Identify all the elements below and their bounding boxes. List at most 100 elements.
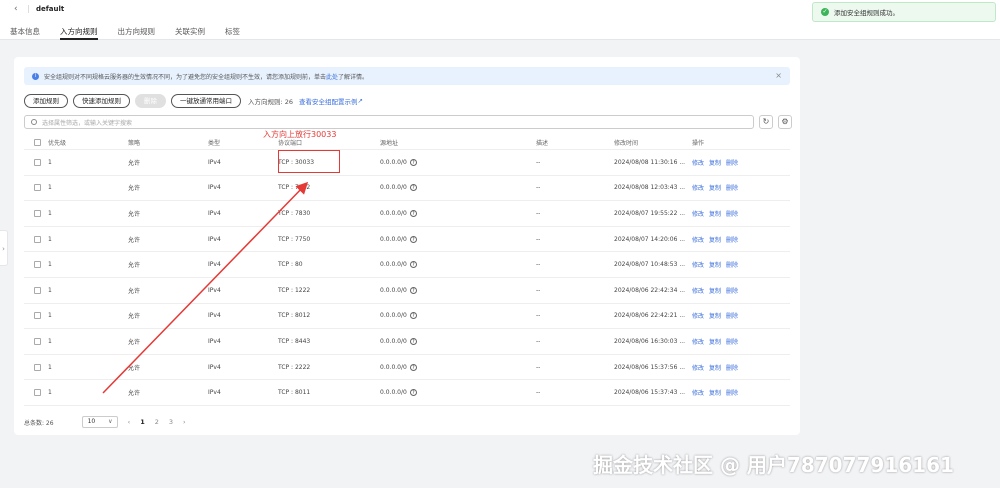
copy-link[interactable]: 复制 bbox=[709, 288, 721, 295]
notice-link[interactable]: 此处 bbox=[326, 72, 338, 81]
copy-link[interactable]: 复制 bbox=[709, 262, 721, 269]
quick-add-rule-button[interactable]: 快速添加规则 bbox=[73, 94, 130, 108]
delete-link[interactable]: 删除 bbox=[726, 211, 738, 218]
close-icon[interactable]: × bbox=[775, 71, 782, 80]
page-3[interactable]: 3 bbox=[169, 418, 173, 426]
pagination: 总条数: 26 10 ∨ ‹ 1 2 3 › bbox=[24, 416, 196, 428]
refresh-icon[interactable]: ↻ bbox=[759, 115, 773, 129]
cell-description: -- bbox=[536, 337, 541, 345]
row-checkbox[interactable] bbox=[34, 158, 41, 166]
row-checkbox[interactable] bbox=[34, 363, 41, 371]
row-checkbox[interactable] bbox=[34, 209, 41, 217]
help-icon[interactable]: ? bbox=[409, 389, 417, 397]
gear-icon[interactable]: ⚙ bbox=[778, 115, 792, 129]
help-icon[interactable]: ? bbox=[409, 363, 417, 371]
annotation-highlight-box bbox=[278, 150, 340, 173]
row-select-cell bbox=[24, 209, 48, 217]
help-icon[interactable]: ? bbox=[409, 286, 417, 294]
add-rule-button[interactable]: 添加规则 bbox=[24, 94, 68, 108]
modify-link[interactable]: 修改 bbox=[692, 390, 704, 397]
copy-link[interactable]: 复制 bbox=[709, 237, 721, 244]
delete-link[interactable]: 删除 bbox=[726, 288, 738, 295]
help-icon[interactable]: ? bbox=[409, 235, 417, 243]
modify-link[interactable]: 修改 bbox=[692, 160, 704, 167]
help-icon[interactable]: ? bbox=[409, 184, 417, 192]
modify-link[interactable]: 修改 bbox=[692, 313, 704, 320]
rules-table: 优先级 策略 类型 协议端口 源地址 描述 修改时间 操作 1 允许 IPv4 TCP… bbox=[24, 135, 790, 406]
open-common-ports-button[interactable]: 一键放通常用端口 bbox=[171, 94, 241, 108]
modify-link[interactable]: 修改 bbox=[692, 211, 704, 218]
back-arrow-icon[interactable]: ‹ bbox=[14, 4, 24, 14]
cell-modified-time: 2024/08/08 11:30:16 ... bbox=[614, 158, 686, 166]
delete-link[interactable]: 删除 bbox=[726, 185, 738, 192]
external-link-icon[interactable]: ↗ bbox=[358, 97, 363, 105]
info-notice: i 安全组规则对不同规格云服务器的生效情况不同，为了避免您的安全组规则不生效，请… bbox=[24, 67, 790, 85]
help-icon[interactable]: ? bbox=[409, 158, 417, 166]
modify-link[interactable]: 修改 bbox=[692, 185, 704, 192]
cell-priority: 1 bbox=[48, 261, 52, 269]
cell-protocol-port: TCP : 80 bbox=[278, 261, 303, 269]
help-icon[interactable]: ? bbox=[409, 209, 417, 217]
page-1[interactable]: 1 bbox=[140, 418, 145, 426]
cell-protocol-port: TCP : 2222 bbox=[278, 363, 311, 371]
modify-link[interactable]: 修改 bbox=[692, 237, 704, 244]
header-policy: 策略 bbox=[128, 139, 141, 147]
row-checkbox[interactable] bbox=[34, 261, 41, 269]
next-page-icon[interactable]: › bbox=[183, 418, 186, 426]
prev-page-icon[interactable]: ‹ bbox=[128, 418, 131, 426]
help-icon[interactable]: ? bbox=[409, 312, 417, 320]
copy-link[interactable]: 复制 bbox=[709, 390, 721, 397]
copy-link[interactable]: 复制 bbox=[709, 365, 721, 372]
row-checkbox[interactable] bbox=[34, 337, 41, 345]
search-input[interactable]: 选择属性筛选，或输入关键字搜索 bbox=[24, 115, 754, 129]
cell-source: 0.0.0.0/0? bbox=[380, 363, 536, 371]
cell-operations: 修改 复制 删除 bbox=[692, 286, 790, 295]
tab-tags[interactable]: 标签 bbox=[225, 26, 240, 40]
source-value: 0.0.0.0/0 bbox=[380, 261, 407, 269]
chevron-down-icon: ∨ bbox=[108, 418, 113, 425]
config-example-link[interactable]: 查看安全组配置示例 bbox=[299, 96, 358, 106]
cell-protocol-port: TCP : 7842 bbox=[278, 184, 311, 192]
cell-protocol-port: TCP : 8011 bbox=[278, 389, 311, 397]
sidebar-expand-handle[interactable]: › bbox=[0, 230, 8, 266]
delete-link[interactable]: 删除 bbox=[726, 390, 738, 397]
tab-associated-instances[interactable]: 关联实例 bbox=[175, 26, 205, 40]
page-size-select[interactable]: 10 ∨ bbox=[81, 416, 118, 428]
copy-link[interactable]: 复制 bbox=[709, 185, 721, 192]
modify-link[interactable]: 修改 bbox=[692, 339, 704, 346]
help-icon[interactable]: ? bbox=[409, 261, 417, 269]
delete-link[interactable]: 删除 bbox=[726, 313, 738, 320]
check-circle-icon: ✓ bbox=[821, 8, 829, 16]
tab-inbound-rules[interactable]: 入方向规则 bbox=[60, 26, 98, 40]
delete-link[interactable]: 删除 bbox=[726, 262, 738, 269]
row-checkbox[interactable] bbox=[34, 184, 41, 192]
row-checkbox[interactable] bbox=[34, 286, 41, 294]
copy-link[interactable]: 复制 bbox=[709, 313, 721, 320]
tab-basic-info[interactable]: 基本信息 bbox=[10, 26, 40, 40]
table-row: 1 允许 IPv4 TCP : 1222 0.0.0.0/0? -- 2024/08/06 … bbox=[24, 278, 790, 304]
page-2[interactable]: 2 bbox=[155, 418, 159, 426]
select-all-checkbox[interactable] bbox=[34, 138, 41, 146]
modify-link[interactable]: 修改 bbox=[692, 262, 704, 269]
row-checkbox[interactable] bbox=[34, 389, 41, 397]
copy-link[interactable]: 复制 bbox=[709, 211, 721, 218]
cell-description: -- bbox=[536, 389, 541, 397]
delete-link[interactable]: 删除 bbox=[726, 160, 738, 167]
delete-link[interactable]: 删除 bbox=[726, 365, 738, 372]
row-checkbox[interactable] bbox=[34, 235, 41, 243]
table-row: 1 允许 IPv4 TCP : 8443 0.0.0.0/0? -- 2024/08/06 … bbox=[24, 329, 790, 355]
copy-link[interactable]: 复制 bbox=[709, 160, 721, 167]
help-icon[interactable]: ? bbox=[409, 337, 417, 345]
header-source: 源地址 bbox=[380, 139, 399, 147]
modify-link[interactable]: 修改 bbox=[692, 365, 704, 372]
cell-policy: 允许 bbox=[128, 236, 141, 244]
tab-outbound-rules[interactable]: 出方向规则 bbox=[118, 26, 156, 40]
cell-modified-time: 2024/08/06 22:42:21 ... bbox=[614, 312, 686, 320]
page-size-value: 10 bbox=[87, 418, 96, 425]
copy-link[interactable]: 复制 bbox=[709, 339, 721, 346]
row-checkbox[interactable] bbox=[34, 312, 41, 320]
delete-link[interactable]: 删除 bbox=[726, 339, 738, 346]
delete-button[interactable]: 删除 bbox=[135, 94, 166, 108]
delete-link[interactable]: 删除 bbox=[726, 237, 738, 244]
modify-link[interactable]: 修改 bbox=[692, 288, 704, 295]
